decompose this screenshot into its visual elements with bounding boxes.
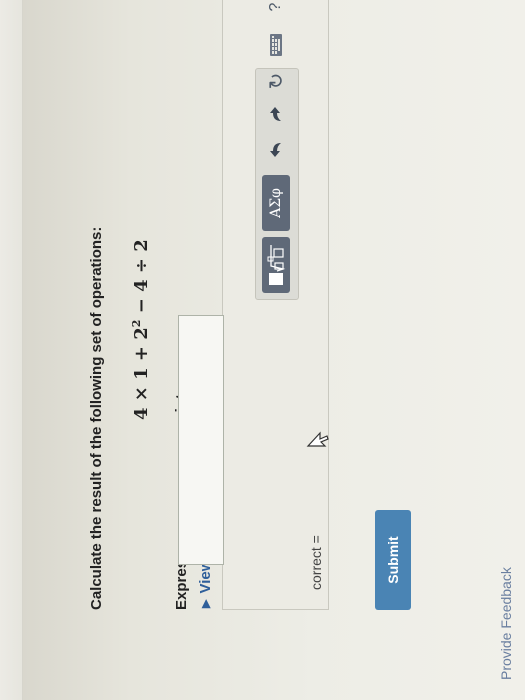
help-icon: ? xyxy=(267,2,284,12)
templates-button[interactable] xyxy=(262,237,290,293)
undo-button[interactable] xyxy=(262,135,290,165)
keyboard-icon xyxy=(270,34,282,56)
header-strip xyxy=(0,0,23,700)
templates-icon xyxy=(267,245,286,285)
redo-button[interactable] xyxy=(262,99,290,129)
formula-rest: − 4 ÷ 2 xyxy=(131,239,152,320)
help-button[interactable]: ? xyxy=(262,0,290,17)
answer-label: correct = xyxy=(308,535,324,590)
symbols-label: ΑΣφ xyxy=(268,188,284,218)
caret-right-icon: ▶ xyxy=(200,599,212,608)
assignment-page: Calculate the result of the following se… xyxy=(0,0,525,700)
undo-icon xyxy=(270,143,281,157)
redo-icon xyxy=(270,107,281,121)
reset-icon: ↻ xyxy=(265,72,288,90)
mouse-pointer-icon xyxy=(306,431,329,447)
question-title: Calculate the result of the following se… xyxy=(88,226,105,610)
reset-button[interactable]: ↻ xyxy=(262,69,290,93)
submit-button[interactable]: Submit xyxy=(375,510,411,610)
answer-input[interactable] xyxy=(178,315,224,565)
keyboard-button[interactable] xyxy=(262,31,290,59)
math-expression: 4 × 1 + 22 − 4 ÷ 2 xyxy=(130,239,152,420)
math-toolbar: ΑΣφ ↻ ? xyxy=(255,3,299,300)
formula-main: 4 × 1 + 2 xyxy=(131,327,152,420)
provide-feedback-link[interactable]: Provide Feedback xyxy=(498,567,514,680)
symbols-button[interactable]: ΑΣφ xyxy=(262,175,290,231)
formula-exponent: 2 xyxy=(130,319,143,328)
